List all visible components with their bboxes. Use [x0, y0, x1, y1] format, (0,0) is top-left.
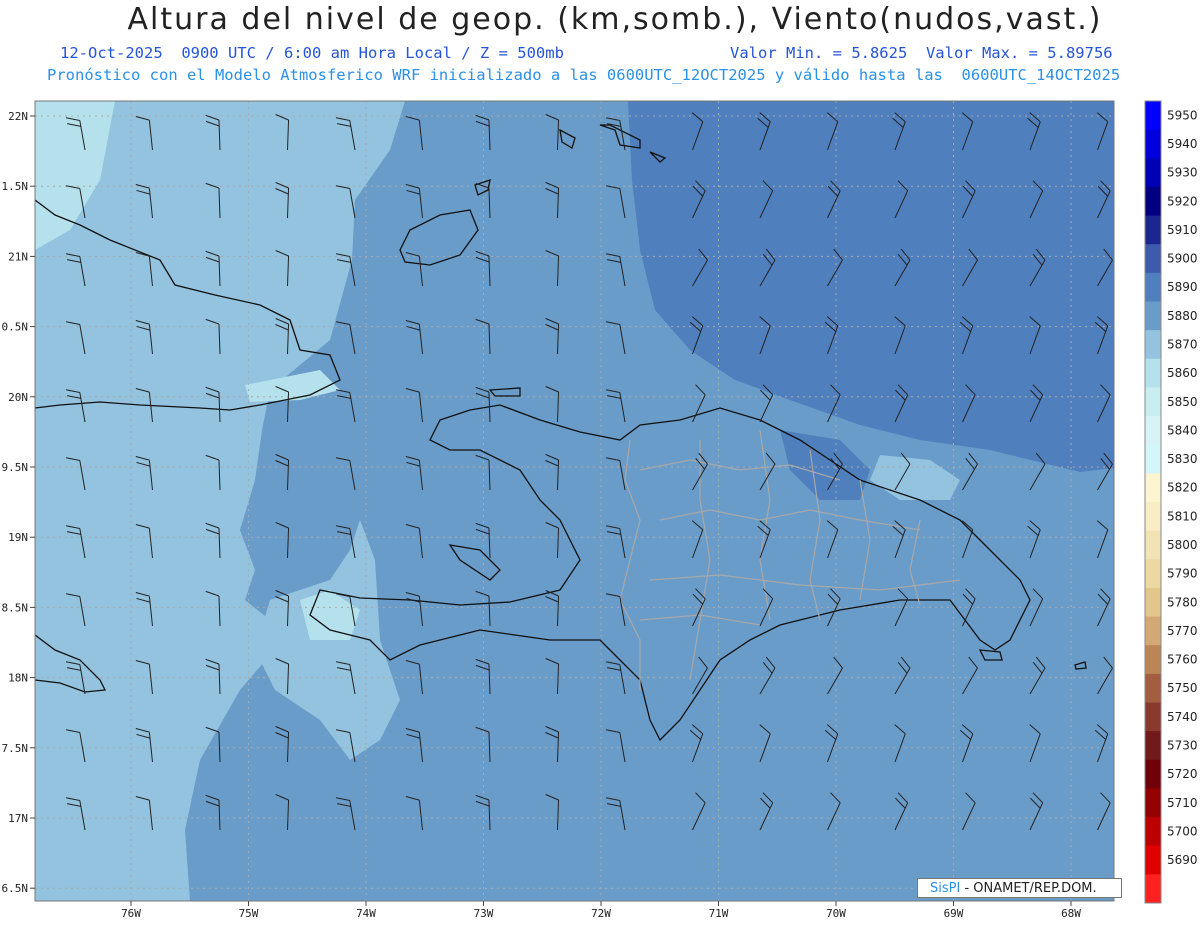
longitude-labels: 76W 75W 74W 73W 72W 71W 70W 69W 68W — [121, 901, 1081, 920]
colorbar-label: 5800 — [1167, 538, 1198, 552]
colorbar-swatch — [1145, 759, 1161, 789]
lat-label: 9.5N — [2, 461, 29, 474]
colorbar-label: 5690 — [1167, 853, 1198, 867]
lat-label: 8.5N — [2, 601, 29, 614]
lat-label: 20N — [8, 391, 28, 404]
colorbar-label: 5790 — [1167, 567, 1198, 581]
colorbar-swatch — [1145, 215, 1161, 245]
colorbar-label: 5830 — [1167, 452, 1198, 466]
colorbar: 5950 5940 5930 5920 5910 5900 5890 5880 5870 5860… — [1144, 100, 1198, 904]
colorbar-label: 5730 — [1167, 738, 1198, 752]
lat-label: 22N — [8, 110, 28, 123]
latitude-labels: 22N 1.5N 21N 0.5N 20N 9.5N 19N 8.5N 18N 7.5N 17N 6.… — [2, 110, 35, 895]
colorbar-swatch — [1145, 387, 1161, 417]
colorbar-swatch — [1145, 444, 1161, 474]
lon-label: 75W — [239, 907, 259, 920]
colorbar-label: 5900 — [1167, 252, 1198, 266]
colorbar-label: 5940 — [1167, 137, 1198, 151]
colorbar-swatch — [1145, 158, 1161, 188]
credit-org: - ONAMET/REP.DOM. — [960, 881, 1097, 896]
colorbar-swatch — [1145, 473, 1161, 503]
lat-label: 1.5N — [2, 180, 29, 193]
colorbar-label: 5810 — [1167, 509, 1198, 523]
lon-label: 73W — [474, 907, 494, 920]
colorbar-swatch — [1145, 673, 1161, 703]
colorbar-label: 5820 — [1167, 481, 1198, 495]
colorbar-swatch — [1145, 358, 1161, 388]
colorbar-swatch — [1145, 616, 1161, 646]
lon-label: 69W — [944, 907, 964, 920]
colorbar-swatch — [1145, 874, 1161, 904]
forecast-map: 22N 1.5N 21N 0.5N 20N 9.5N 19N 8.5N 18N 7.5N 17N 6.… — [2, 100, 1198, 920]
sispi-logo: SisPI — [930, 881, 961, 896]
colorbar-label: 5760 — [1167, 653, 1198, 667]
lat-label: 21N — [8, 250, 28, 263]
colorbar-swatch — [1145, 587, 1161, 618]
lon-label: 68W — [1061, 907, 1081, 920]
lon-label: 71W — [709, 907, 729, 920]
lon-label: 74W — [356, 907, 376, 920]
colorbar-label: 5850 — [1167, 395, 1198, 409]
colorbar-label: 5880 — [1167, 309, 1198, 323]
colorbar-swatch — [1145, 301, 1161, 331]
colorbar-label: 5870 — [1167, 337, 1198, 351]
lat-label: 6.5N — [2, 882, 29, 895]
lat-label: 19N — [8, 531, 28, 544]
colorbar-swatch — [1145, 272, 1161, 302]
colorbar-swatch — [1145, 530, 1161, 560]
colorbar-swatch — [1145, 502, 1161, 532]
lon-label: 72W — [591, 907, 611, 920]
colorbar-label: 5890 — [1167, 280, 1198, 294]
lon-label: 70W — [826, 907, 846, 920]
colorbar-swatch — [1145, 788, 1161, 818]
lat-label: 7.5N — [2, 742, 29, 755]
geopotential-shading — [35, 101, 1114, 901]
colorbar-swatch — [1145, 645, 1161, 675]
colorbar-swatch — [1145, 702, 1161, 732]
colorbar-label: 5860 — [1167, 366, 1198, 380]
colorbar-label: 5920 — [1167, 194, 1198, 208]
colorbar-label: 5750 — [1167, 681, 1198, 695]
lat-label: 18N — [8, 672, 28, 685]
colorbar-label: 5740 — [1167, 710, 1198, 724]
colorbar-label: 5950 — [1167, 108, 1198, 122]
colorbar-label: 5930 — [1167, 166, 1198, 180]
lat-label: 0.5N — [2, 321, 29, 334]
colorbar-swatch — [1145, 101, 1161, 131]
colorbar-label: 5700 — [1167, 824, 1198, 838]
credit-box: SisPI - ONAMET/REP.DOM. — [917, 878, 1122, 898]
lat-label: 17N — [8, 812, 28, 825]
colorbar-swatch — [1145, 731, 1161, 761]
colorbar-swatch — [1145, 129, 1161, 159]
colorbar-label: 5720 — [1167, 767, 1198, 781]
lon-label: 76W — [121, 907, 141, 920]
colorbar-swatch — [1145, 817, 1161, 847]
colorbar-label: 5710 — [1167, 796, 1198, 810]
colorbar-swatch — [1145, 330, 1161, 360]
colorbar-label: 5780 — [1167, 595, 1198, 609]
colorbar-swatch — [1145, 416, 1161, 446]
colorbar-swatch — [1145, 559, 1161, 589]
colorbar-label: 5840 — [1167, 423, 1198, 437]
colorbar-swatch — [1145, 186, 1161, 217]
colorbar-swatch — [1145, 845, 1161, 875]
colorbar-swatch — [1145, 244, 1161, 274]
colorbar-label: 5770 — [1167, 624, 1198, 638]
colorbar-label: 5910 — [1167, 223, 1198, 237]
